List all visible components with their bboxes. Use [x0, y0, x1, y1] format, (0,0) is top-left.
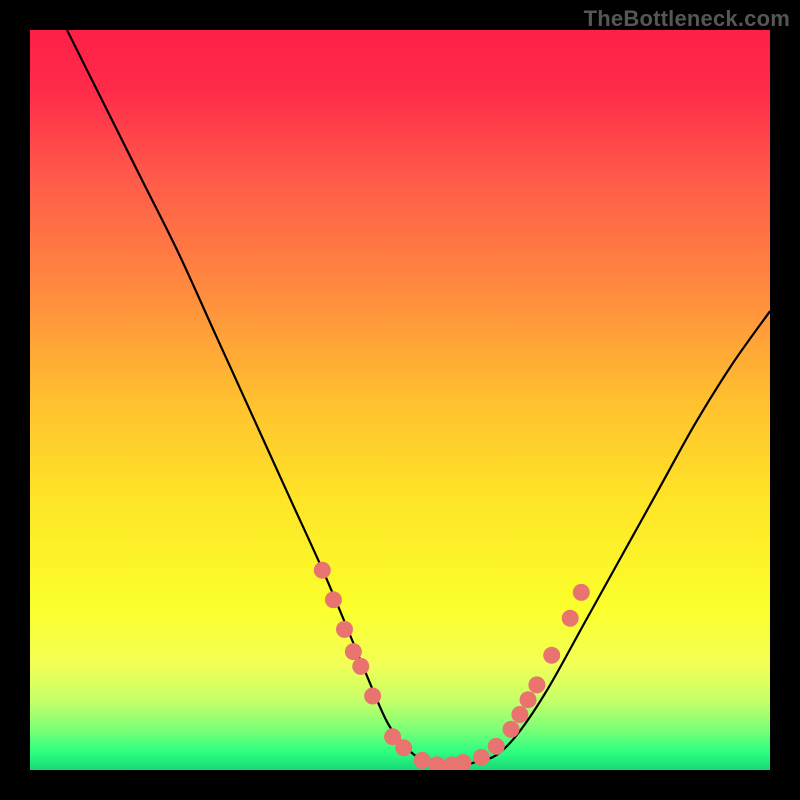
data-dot [511, 706, 528, 723]
watermark-label: TheBottleneck.com [584, 6, 790, 32]
gradient-background [30, 30, 770, 770]
data-dot [528, 676, 545, 693]
data-dot [573, 584, 590, 601]
data-dot [395, 739, 412, 756]
data-dot [345, 643, 362, 660]
data-dot [473, 749, 490, 766]
data-dot [520, 691, 537, 708]
data-dot [336, 621, 353, 638]
data-dot [325, 591, 342, 608]
data-dot [503, 721, 520, 738]
plot-area [30, 30, 770, 770]
data-dot [364, 688, 381, 705]
data-dot [414, 752, 431, 769]
data-dot [352, 658, 369, 675]
chart-frame: TheBottleneck.com [0, 0, 800, 800]
data-dot [488, 738, 505, 755]
data-dot [543, 647, 560, 664]
data-dot [314, 562, 331, 579]
bottleneck-chart [30, 30, 770, 770]
data-dot [562, 610, 579, 627]
